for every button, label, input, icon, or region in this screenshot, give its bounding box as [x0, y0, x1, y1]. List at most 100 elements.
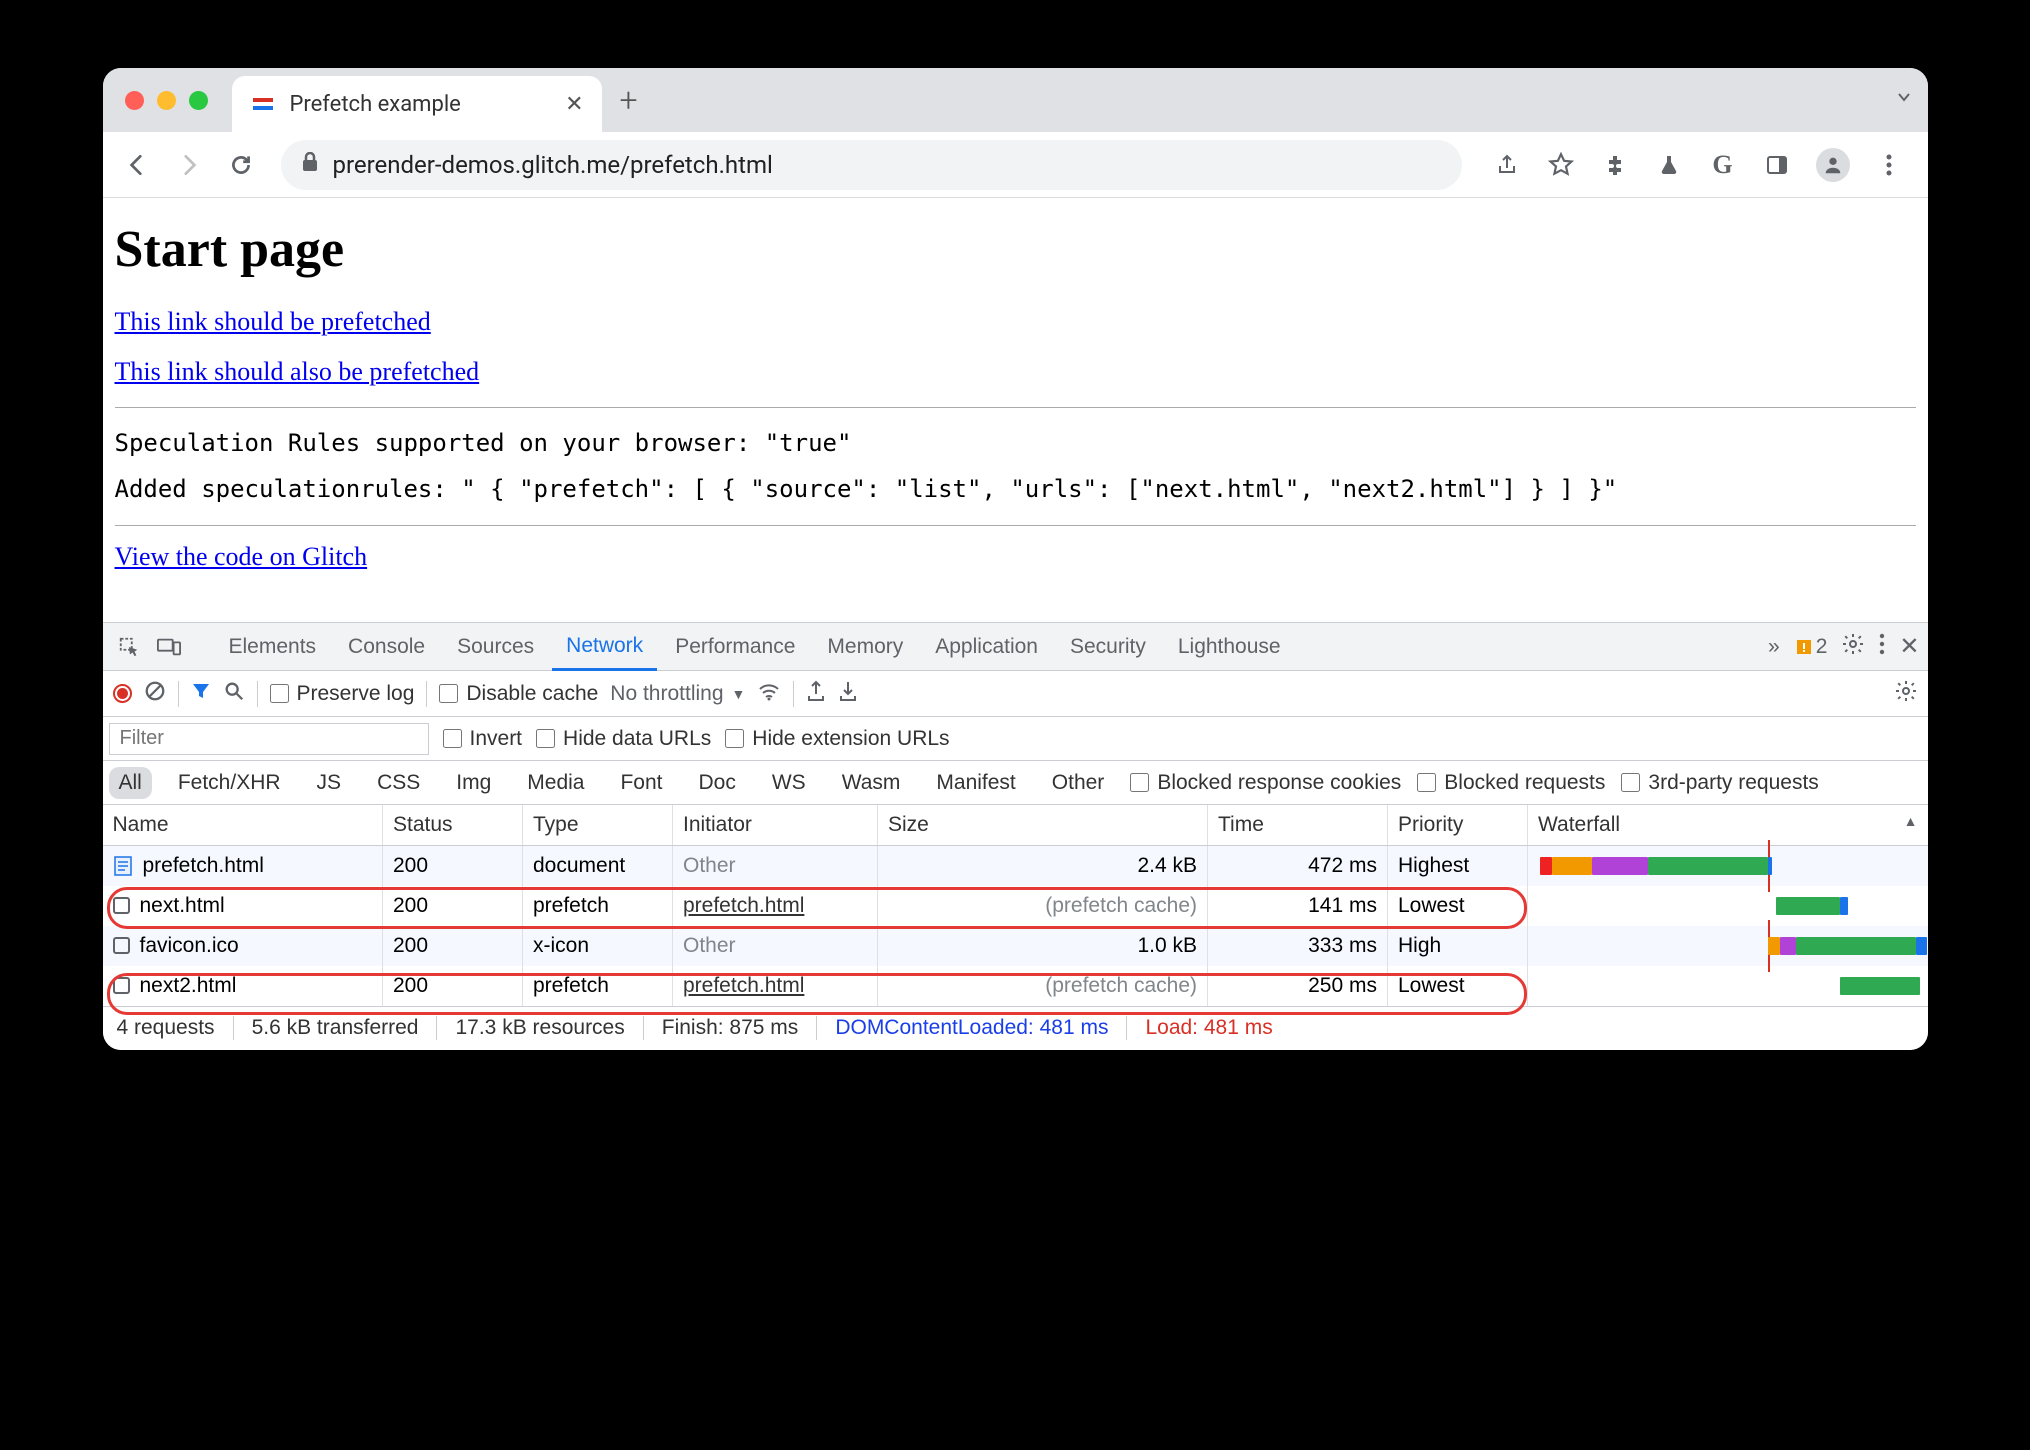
issues-badge[interactable]: 2 — [1794, 635, 1828, 659]
clear-button[interactable] — [144, 680, 166, 708]
status-requests: 4 requests — [117, 1016, 234, 1040]
request-status: 200 — [383, 966, 523, 1006]
col-time[interactable]: Time — [1208, 805, 1388, 846]
profile-avatar[interactable] — [1816, 148, 1850, 182]
status-resources: 17.3 kB resources — [437, 1016, 643, 1040]
record-button[interactable] — [113, 684, 132, 703]
inspect-icon[interactable] — [111, 636, 147, 658]
blocked-cookies-checkbox[interactable]: Blocked response cookies — [1130, 771, 1401, 795]
table-row[interactable]: next2.html200prefetchprefetch.html(prefe… — [103, 966, 1928, 1006]
type-manifest[interactable]: Manifest — [926, 767, 1025, 799]
reload-button[interactable] — [219, 143, 263, 187]
network-conditions-icon[interactable] — [757, 681, 781, 707]
request-type: prefetch — [523, 886, 673, 926]
tab-application[interactable]: Application — [921, 623, 1052, 670]
bookmark-icon[interactable] — [1546, 150, 1576, 180]
type-wasm[interactable]: Wasm — [832, 767, 911, 799]
maximize-window-button[interactable] — [189, 91, 208, 110]
invert-checkbox[interactable]: Invert — [443, 727, 523, 751]
throttling-select[interactable]: No throttling ▼ — [610, 682, 745, 706]
tab-memory[interactable]: Memory — [813, 623, 917, 670]
tab-lighthouse[interactable]: Lighthouse — [1164, 623, 1295, 670]
type-fetch[interactable]: Fetch/XHR — [168, 767, 291, 799]
type-all[interactable]: All — [109, 767, 152, 799]
table-row[interactable]: favicon.ico200x-iconOther1.0 kB333 msHig… — [103, 926, 1928, 966]
tab-dropdown-icon[interactable] — [1894, 87, 1914, 113]
back-button[interactable] — [115, 143, 159, 187]
device-toggle-icon[interactable] — [151, 636, 187, 658]
hide-extension-urls-checkbox[interactable]: Hide extension URLs — [725, 727, 949, 751]
prefetch-link-2[interactable]: This link should also be prefetched — [115, 357, 1916, 387]
file-icon — [113, 937, 130, 954]
close-tab-icon[interactable]: ✕ — [565, 92, 583, 117]
request-status: 200 — [383, 886, 523, 926]
third-party-checkbox[interactable]: 3rd-party requests — [1621, 771, 1818, 795]
extensions-icon[interactable] — [1600, 150, 1630, 180]
address-bar[interactable]: prerender-demos.glitch.me/prefetch.html — [281, 140, 1462, 190]
close-devtools-icon[interactable]: ✕ — [1899, 632, 1919, 661]
col-waterfall[interactable]: Waterfall▲ — [1528, 805, 1928, 846]
devtools-panel: Elements Console Sources Network Perform… — [103, 622, 1928, 1050]
export-har-icon[interactable] — [806, 680, 826, 708]
minimize-window-button[interactable] — [157, 91, 176, 110]
network-filter-row: Invert Hide data URLs Hide extension URL… — [103, 717, 1928, 761]
type-css[interactable]: CSS — [367, 767, 430, 799]
waterfall-cell — [1528, 926, 1928, 966]
col-size[interactable]: Size — [878, 805, 1208, 846]
tab-performance[interactable]: Performance — [661, 623, 809, 670]
request-type: document — [523, 846, 673, 886]
close-window-button[interactable] — [125, 91, 144, 110]
request-size: 2.4 kB — [878, 846, 1208, 886]
menu-icon[interactable] — [1874, 150, 1904, 180]
labs-icon[interactable] — [1654, 150, 1684, 180]
search-icon[interactable] — [223, 680, 245, 708]
request-time: 472 ms — [1208, 846, 1388, 886]
filter-input[interactable] — [109, 723, 429, 755]
type-ws[interactable]: WS — [762, 767, 816, 799]
side-panel-icon[interactable] — [1762, 150, 1792, 180]
google-icon[interactable]: G — [1708, 150, 1738, 180]
type-media[interactable]: Media — [517, 767, 594, 799]
col-initiator[interactable]: Initiator — [673, 805, 878, 846]
more-tabs-icon[interactable]: » — [1768, 635, 1780, 659]
tab-security[interactable]: Security — [1056, 623, 1160, 670]
prefetch-link-1[interactable]: This link should be prefetched — [115, 307, 1916, 337]
tab-elements[interactable]: Elements — [215, 623, 331, 670]
col-priority[interactable]: Priority — [1388, 805, 1528, 846]
col-name[interactable]: Name — [103, 805, 383, 846]
blocked-requests-checkbox[interactable]: Blocked requests — [1417, 771, 1605, 795]
toolbar: prerender-demos.glitch.me/prefetch.html … — [103, 132, 1928, 198]
glitch-link[interactable]: View the code on Glitch — [115, 542, 1916, 572]
type-js[interactable]: JS — [307, 767, 352, 799]
request-initiator[interactable]: prefetch.html — [673, 966, 878, 1006]
request-time: 141 ms — [1208, 886, 1388, 926]
table-row[interactable]: next.html200prefetchprefetch.html(prefet… — [103, 886, 1928, 926]
tab-sources[interactable]: Sources — [443, 623, 548, 670]
request-size: (prefetch cache) — [878, 966, 1208, 1006]
window-controls — [125, 91, 208, 110]
type-other[interactable]: Other — [1042, 767, 1115, 799]
type-img[interactable]: Img — [446, 767, 501, 799]
request-size: 1.0 kB — [878, 926, 1208, 966]
share-icon[interactable] — [1492, 150, 1522, 180]
request-name: next2.html — [140, 974, 237, 998]
type-doc[interactable]: Doc — [689, 767, 746, 799]
type-font[interactable]: Font — [610, 767, 672, 799]
forward-button[interactable] — [167, 143, 211, 187]
disable-cache-checkbox[interactable]: Disable cache — [439, 682, 598, 706]
tab-console[interactable]: Console — [334, 623, 439, 670]
import-har-icon[interactable] — [838, 680, 858, 708]
new-tab-button[interactable]: + — [620, 81, 638, 119]
kebab-icon[interactable] — [1879, 633, 1885, 661]
network-settings-icon[interactable] — [1894, 679, 1918, 709]
filter-icon[interactable] — [191, 681, 211, 707]
request-initiator[interactable]: prefetch.html — [673, 886, 878, 926]
hide-data-urls-checkbox[interactable]: Hide data URLs — [536, 727, 711, 751]
tab-network[interactable]: Network — [552, 624, 657, 671]
preserve-log-checkbox[interactable]: Preserve log — [270, 682, 415, 706]
col-status[interactable]: Status — [383, 805, 523, 846]
table-row[interactable]: prefetch.html200documentOther2.4 kB472 m… — [103, 846, 1928, 886]
col-type[interactable]: Type — [523, 805, 673, 846]
settings-icon[interactable] — [1841, 632, 1865, 662]
browser-tab[interactable]: Prefetch example ✕ — [232, 76, 602, 132]
